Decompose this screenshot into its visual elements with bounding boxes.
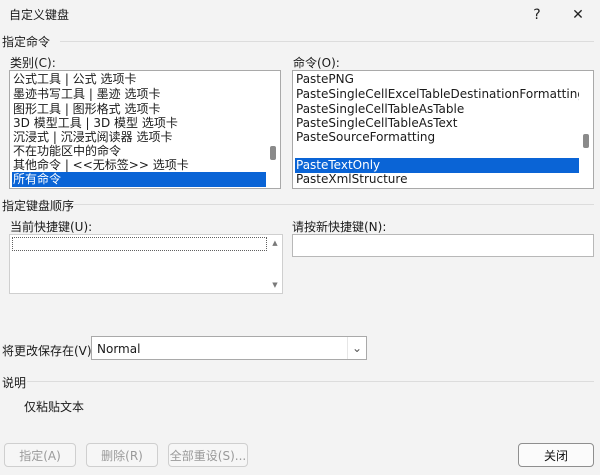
section-specify-sequence: 指定键盘顺序 xyxy=(2,199,75,213)
scrollbar[interactable] xyxy=(267,72,279,187)
divider xyxy=(60,41,594,42)
scrollbar[interactable] xyxy=(580,72,592,187)
section-description: 说明 xyxy=(2,376,27,390)
save-in-label: 将更改保存在(V): xyxy=(2,344,96,358)
new-key-input[interactable] xyxy=(292,234,594,257)
list-item[interactable]: 不在功能区中的命令 xyxy=(12,144,266,159)
list-item[interactable]: PasteSingleCellTableAsTable xyxy=(295,102,579,117)
new-key-label: 请按新快捷键(N): xyxy=(292,220,387,234)
description-text: 仅粘贴文本 xyxy=(24,400,85,414)
commands-label: 命令(O): xyxy=(293,56,340,70)
categories-label: 类别(C): xyxy=(10,56,56,70)
list-item[interactable]: 其他命令 | <<无标签>> 选项卡 xyxy=(12,158,266,173)
scroll-down-arrow-icon[interactable]: ▼ xyxy=(269,279,281,291)
close-button[interactable]: 关闭 xyxy=(518,443,594,467)
close-icon[interactable]: ✕ xyxy=(558,0,598,30)
commands-listbox[interactable]: PastePNG PasteSingleCellExcelTableDestin… xyxy=(292,70,594,189)
list-item[interactable]: PasteSingleCellTableAsText xyxy=(295,116,579,131)
remove-button[interactable]: 删除(R) xyxy=(86,443,158,467)
scroll-thumb[interactable] xyxy=(270,146,276,160)
list-item[interactable]: 3D 模型工具 | 3D 模型 选项卡 xyxy=(12,116,266,131)
divider xyxy=(27,381,594,382)
reset-all-button[interactable]: 全部重设(S)... xyxy=(168,443,248,467)
save-in-value: Normal xyxy=(97,342,141,356)
title-bar: 自定义键盘 ? ✕ xyxy=(0,0,600,30)
list-item[interactable]: 公式工具 | 公式 选项卡 xyxy=(12,72,266,87)
list-item-selected[interactable]: PasteTextOnly xyxy=(295,158,579,173)
list-item[interactable]: 墨迹书写工具 | 墨迹 选项卡 xyxy=(12,87,266,102)
list-item[interactable]: 图形工具 | 图形格式 选项卡 xyxy=(12,102,266,117)
section-specify-command: 指定命令 xyxy=(2,35,51,49)
scrollbar[interactable]: ▲ ▼ xyxy=(269,236,281,292)
assign-button[interactable]: 指定(A) xyxy=(4,443,76,467)
categories-listbox[interactable]: 公式工具 | 公式 选项卡 墨迹书写工具 | 墨迹 选项卡 图形工具 | 图形格… xyxy=(9,70,281,189)
scroll-thumb[interactable] xyxy=(583,134,589,148)
list-item[interactable]: 沉浸式 | 沉浸式阅读器 选项卡 xyxy=(12,130,266,145)
current-keys-listbox[interactable]: ▲ ▼ xyxy=(9,234,283,294)
save-in-select[interactable]: Normal ⌄ xyxy=(91,336,367,360)
list-item[interactable]: PasteXmlStructure xyxy=(295,172,579,187)
list-item[interactable]: PasteSingleCellExcelTableDestinationForm… xyxy=(295,87,579,102)
help-icon[interactable]: ? xyxy=(517,0,557,30)
chevron-down-icon[interactable]: ⌄ xyxy=(347,337,366,359)
list-item[interactable]: PasteSourceFormatting xyxy=(295,130,579,145)
list-item-selected[interactable]: 所有命令 xyxy=(12,172,266,187)
list-item[interactable]: PastePNG xyxy=(295,72,579,87)
current-keys-focus-item[interactable] xyxy=(12,237,267,251)
divider xyxy=(73,204,594,205)
scroll-up-arrow-icon[interactable]: ▲ xyxy=(269,237,281,249)
current-keys-label: 当前快捷键(U): xyxy=(10,220,93,234)
window-title: 自定义键盘 xyxy=(9,8,70,22)
